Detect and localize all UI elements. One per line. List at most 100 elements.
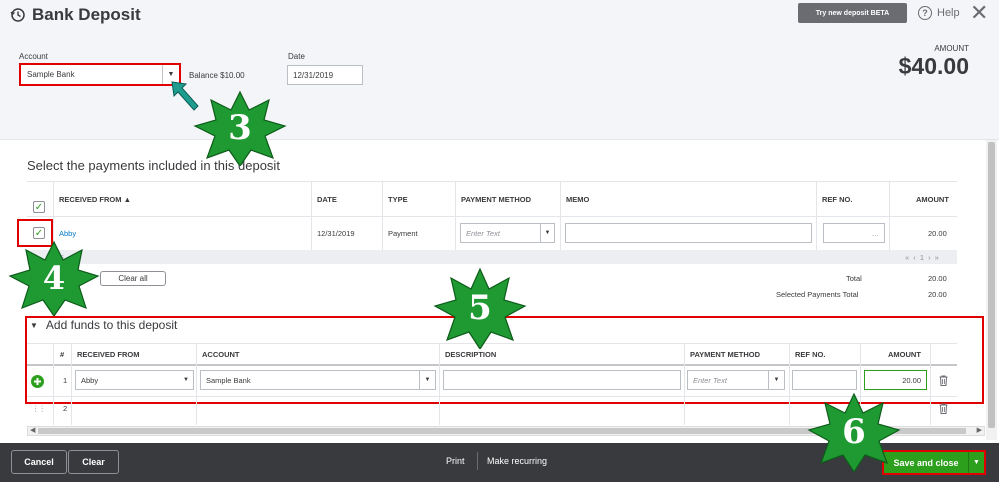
trash-icon[interactable] [939,375,948,386]
callout-star-5: 5 [432,267,528,351]
pager-bar [27,250,957,264]
col-amount: AMOUNT [888,350,921,359]
chevron-down-icon[interactable]: ▼ [540,224,554,242]
date-label: Date [288,52,305,61]
col-payment-method: PAYMENT METHOD [690,350,761,359]
col-date: DATE [317,195,337,204]
ref-no-input[interactable]: … [823,223,885,243]
close-icon[interactable]: ✕ [970,2,988,24]
recent-transactions-icon[interactable] [10,7,26,23]
cancel-button[interactable]: Cancel [11,450,67,474]
ref-no-input[interactable] [792,370,857,390]
received-from-select[interactable]: Abby ▼ [75,370,194,390]
chevron-down-icon[interactable]: ▼ [183,377,189,383]
col-ref-no: REF NO. [795,350,826,359]
account-line-value: Sample Bank [206,375,251,385]
callout-star-6: 6 [806,392,902,474]
table-border [684,343,685,425]
description-input[interactable] [443,370,681,390]
pager[interactable]: « ‹ 1 › » [905,253,940,262]
callout-star-3: 3 [192,90,288,168]
footer-divider [477,452,478,470]
received-from-link[interactable]: Abby [59,229,76,238]
help-button[interactable]: ? Help [918,6,960,20]
ellipsis-icon: … [871,228,880,238]
table-border [560,181,561,250]
table-border [196,343,197,425]
table-border [53,343,54,425]
col-amount: AMOUNT [916,195,949,204]
col-payment-method: PAYMENT METHOD [461,195,532,204]
col-memo: MEMO [566,195,590,204]
trash-icon[interactable] [939,403,948,414]
table-border [789,343,790,425]
memo-input[interactable] [565,223,812,243]
table-border [27,216,957,217]
try-new-deposit-button[interactable]: Try new deposit BETA [798,3,907,23]
scroll-right-icon[interactable]: ▶ [977,426,982,434]
col-ref-no: REF NO. [822,195,853,204]
selected-total-label: Selected Payments Total [776,290,859,299]
table-border [311,181,312,250]
help-icon: ? [918,6,932,20]
payment-method-select[interactable]: Enter Text ▼ [460,223,555,243]
col-account: ACCOUNT [202,350,240,359]
scroll-left-icon[interactable]: ◀ [30,426,35,434]
print-link[interactable]: Print [446,456,465,466]
chevron-down-icon[interactable]: ▼ [968,452,984,473]
callout-number: 3 [228,108,252,148]
total-label: Total [846,274,862,283]
make-recurring-link[interactable]: Make recurring [487,456,547,466]
payment-method-placeholder: Enter Text [693,375,727,385]
line-number: 1 [63,376,68,385]
col-received-from[interactable]: RECEIVED FROM ▲ [59,195,131,204]
header-panel: Bank Deposit Try new deposit BETA ? Help… [0,0,999,140]
clear-button[interactable]: Clear [68,450,119,474]
chevron-down-icon[interactable]: ▼ [768,371,784,389]
col-description: DESCRIPTION [445,350,497,359]
add-line-icon[interactable] [31,375,44,388]
table-border [816,181,817,250]
clear-all-button[interactable]: Clear all [100,271,166,286]
table-border [439,343,440,425]
payment-method-placeholder: Enter Text [466,228,500,238]
table-border [382,181,383,250]
vertical-scroll-thumb[interactable] [988,142,995,428]
date-input[interactable]: 12/31/2019 [287,65,363,85]
total-value: 20.00 [928,274,947,283]
table-border [455,181,456,250]
chevron-down-icon[interactable]: ▼ [419,371,435,389]
account-line-select[interactable]: Sample Bank ▼ [200,370,436,390]
col-type: TYPE [388,195,408,204]
callout-number: 5 [468,288,492,328]
amount-input[interactable]: 20.00 [864,370,927,390]
page-title: Bank Deposit [32,5,141,24]
drag-handle-icon[interactable]: ⋮⋮ [32,404,46,413]
title-row: Bank Deposit [10,5,141,25]
account-value: Sample Bank [27,70,75,79]
selected-total-value: 20.00 [928,290,947,299]
select-all-checkbox[interactable]: ✓ [33,201,45,213]
payment-type: Payment [388,229,418,238]
table-border [889,181,890,250]
table-border [930,343,931,425]
amount-label: AMOUNT [934,44,969,53]
account-label: Account [19,52,48,61]
amount-value: $40.00 [898,53,969,79]
callout-star-4: 4 [8,240,100,318]
table-border [27,181,957,182]
payment-date: 12/31/2019 [317,229,355,238]
callout-number: 6 [842,412,866,452]
vertical-scrollbar[interactable] [986,140,997,440]
payment-amount: 20.00 [928,229,947,238]
help-label: Help [937,7,960,19]
account-select[interactable]: Sample Bank ▼ [19,63,181,86]
line-number: 2 [63,404,68,413]
table-border [71,343,72,425]
table-border [27,364,957,366]
callout-number: 4 [42,259,66,297]
col-received-from: RECEIVED FROM [77,350,140,359]
payment-method-select[interactable]: Enter Text ▼ [687,370,785,390]
row-checkbox[interactable]: ✓ [33,227,45,239]
received-from-value: Abby [81,375,99,385]
